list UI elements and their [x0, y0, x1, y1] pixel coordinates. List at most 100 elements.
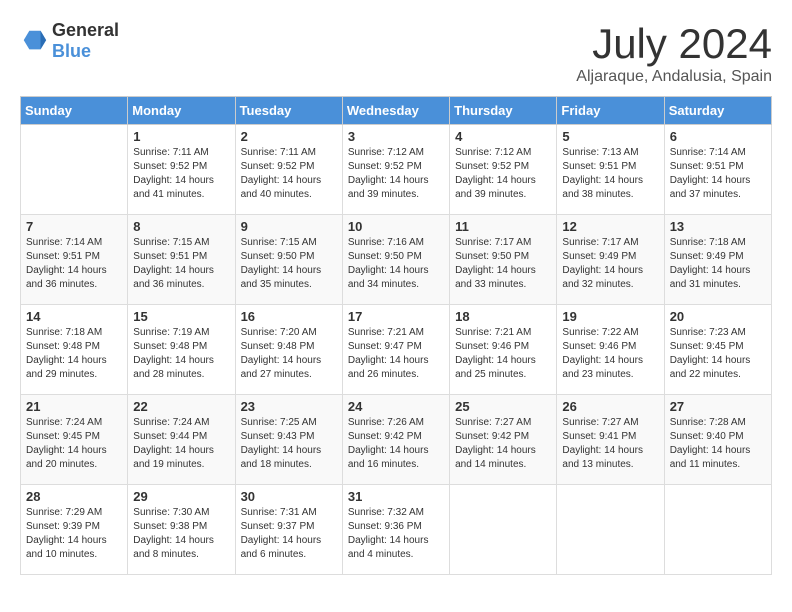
day-cell: [557, 485, 664, 575]
day-cell: 21 Sunrise: 7:24 AMSunset: 9:45 PMDayligh…: [21, 395, 128, 485]
day-info: Sunrise: 7:13 AMSunset: 9:51 PMDaylight:…: [562, 146, 658, 202]
day-info: Sunrise: 7:14 AMSunset: 9:51 PMDaylight:…: [26, 236, 122, 292]
day-cell: 22 Sunrise: 7:24 AMSunset: 9:44 PMDayligh…: [128, 395, 235, 485]
day-cell: 20 Sunrise: 7:23 AMSunset: 9:45 PMDayligh…: [664, 305, 771, 395]
day-info: Sunrise: 7:30 AMSunset: 9:38 PMDaylight:…: [133, 506, 229, 562]
day-info: Sunrise: 7:15 AMSunset: 9:50 PMDaylight:…: [241, 236, 337, 292]
calendar-table: SundayMondayTuesdayWednesdayThursdayFrid…: [20, 96, 772, 575]
day-cell: [450, 485, 557, 575]
day-info: Sunrise: 7:15 AMSunset: 9:51 PMDaylight:…: [133, 236, 229, 292]
header-day-friday: Friday: [557, 97, 664, 125]
day-cell: 10 Sunrise: 7:16 AMSunset: 9:50 PMDayligh…: [342, 215, 449, 305]
day-number: 5: [562, 129, 658, 144]
day-cell: 30Sunrise: 7:31 AMSunset: 9:37 PMDayligh…: [235, 485, 342, 575]
day-number: 29: [133, 489, 229, 504]
day-info: Sunrise: 7:20 AMSunset: 9:48 PMDaylight:…: [241, 326, 337, 382]
day-number: 1: [133, 129, 229, 144]
day-cell: 17 Sunrise: 7:21 AMSunset: 9:47 PMDayligh…: [342, 305, 449, 395]
day-number: 19: [562, 309, 658, 324]
header-day-sunday: Sunday: [21, 97, 128, 125]
day-info: Sunrise: 7:12 AMSunset: 9:52 PMDaylight:…: [455, 146, 551, 202]
day-cell: 15 Sunrise: 7:19 AMSunset: 9:48 PMDayligh…: [128, 305, 235, 395]
day-number: 31: [348, 489, 444, 504]
day-cell: 24 Sunrise: 7:26 AMSunset: 9:42 PMDayligh…: [342, 395, 449, 485]
day-cell: 29 Sunrise: 7:30 AMSunset: 9:38 PMDayligh…: [128, 485, 235, 575]
day-cell: 5 Sunrise: 7:13 AMSunset: 9:51 PMDaylight…: [557, 125, 664, 215]
day-cell: 8 Sunrise: 7:15 AMSunset: 9:51 PMDaylight…: [128, 215, 235, 305]
day-cell: 6Sunrise: 7:14 AMSunset: 9:51 PMDaylight…: [664, 125, 771, 215]
day-cell: 11 Sunrise: 7:17 AMSunset: 9:50 PMDayligh…: [450, 215, 557, 305]
day-cell: [21, 125, 128, 215]
page-header: General Blue July 2024 Aljaraque, Andalu…: [20, 20, 772, 86]
day-number: 20: [670, 309, 766, 324]
day-number: 2: [241, 129, 337, 144]
day-cell: 31 Sunrise: 7:32 AMSunset: 9:36 PMDayligh…: [342, 485, 449, 575]
day-cell: [664, 485, 771, 575]
day-info: Sunrise: 7:24 AMSunset: 9:45 PMDaylight:…: [26, 416, 122, 472]
day-cell: 12 Sunrise: 7:17 AMSunset: 9:49 PMDayligh…: [557, 215, 664, 305]
day-info: Sunrise: 7:22 AMSunset: 9:46 PMDaylight:…: [562, 326, 658, 382]
week-row-3: 14Sunrise: 7:18 AMSunset: 9:48 PMDayligh…: [21, 305, 772, 395]
day-number: 7: [26, 219, 122, 234]
day-number: 21: [26, 399, 122, 414]
day-cell: 25 Sunrise: 7:27 AMSunset: 9:42 PMDayligh…: [450, 395, 557, 485]
logo-icon: [20, 27, 48, 55]
logo: General Blue: [20, 20, 119, 62]
day-info: Sunrise: 7:27 AMSunset: 9:42 PMDaylight:…: [455, 416, 551, 472]
calendar-body: 1 Sunrise: 7:11 AMSunset: 9:52 PMDaylight…: [21, 125, 772, 575]
day-number: 17: [348, 309, 444, 324]
month-title: July 2024: [576, 20, 772, 68]
day-number: 12: [562, 219, 658, 234]
day-info: Sunrise: 7:17 AMSunset: 9:49 PMDaylight:…: [562, 236, 658, 292]
day-info: Sunrise: 7:21 AMSunset: 9:47 PMDaylight:…: [348, 326, 444, 382]
day-cell: 19 Sunrise: 7:22 AMSunset: 9:46 PMDayligh…: [557, 305, 664, 395]
day-number: 28: [26, 489, 122, 504]
day-info: Sunrise: 7:16 AMSunset: 9:50 PMDaylight:…: [348, 236, 444, 292]
day-info: Sunrise: 7:26 AMSunset: 9:42 PMDaylight:…: [348, 416, 444, 472]
day-info: Sunrise: 7:24 AMSunset: 9:44 PMDaylight:…: [133, 416, 229, 472]
day-info: Sunrise: 7:23 AMSunset: 9:45 PMDaylight:…: [670, 326, 766, 382]
day-number: 25: [455, 399, 551, 414]
day-cell: 13Sunrise: 7:18 AMSunset: 9:49 PMDayligh…: [664, 215, 771, 305]
logo-text: General Blue: [52, 20, 119, 62]
day-info: Sunrise: 7:27 AMSunset: 9:41 PMDaylight:…: [562, 416, 658, 472]
day-cell: 28 Sunrise: 7:29 AMSunset: 9:39 PMDayligh…: [21, 485, 128, 575]
week-row-2: 7 Sunrise: 7:14 AMSunset: 9:51 PMDaylight…: [21, 215, 772, 305]
day-cell: 23Sunrise: 7:25 AMSunset: 9:43 PMDayligh…: [235, 395, 342, 485]
week-row-4: 21 Sunrise: 7:24 AMSunset: 9:45 PMDayligh…: [21, 395, 772, 485]
day-number: 13: [670, 219, 766, 234]
logo-general: General: [52, 20, 119, 40]
day-cell: 1 Sunrise: 7:11 AMSunset: 9:52 PMDaylight…: [128, 125, 235, 215]
day-cell: 2Sunrise: 7:11 AMSunset: 9:52 PMDaylight…: [235, 125, 342, 215]
day-number: 16: [241, 309, 337, 324]
day-number: 10: [348, 219, 444, 234]
week-row-5: 28 Sunrise: 7:29 AMSunset: 9:39 PMDayligh…: [21, 485, 772, 575]
day-info: Sunrise: 7:31 AMSunset: 9:37 PMDaylight:…: [241, 506, 337, 562]
day-number: 24: [348, 399, 444, 414]
day-cell: 14Sunrise: 7:18 AMSunset: 9:48 PMDayligh…: [21, 305, 128, 395]
day-cell: 9Sunrise: 7:15 AMSunset: 9:50 PMDaylight…: [235, 215, 342, 305]
day-cell: 18 Sunrise: 7:21 AMSunset: 9:46 PMDayligh…: [450, 305, 557, 395]
day-info: Sunrise: 7:19 AMSunset: 9:48 PMDaylight:…: [133, 326, 229, 382]
title-block: July 2024 Aljaraque, Andalusia, Spain: [576, 20, 772, 86]
day-info: Sunrise: 7:17 AMSunset: 9:50 PMDaylight:…: [455, 236, 551, 292]
day-info: Sunrise: 7:11 AMSunset: 9:52 PMDaylight:…: [133, 146, 229, 202]
day-number: 3: [348, 129, 444, 144]
day-info: Sunrise: 7:14 AMSunset: 9:51 PMDaylight:…: [670, 146, 766, 202]
location: Aljaraque, Andalusia, Spain: [576, 68, 772, 86]
day-number: 15: [133, 309, 229, 324]
day-cell: 26Sunrise: 7:27 AMSunset: 9:41 PMDayligh…: [557, 395, 664, 485]
day-cell: 27Sunrise: 7:28 AMSunset: 9:40 PMDayligh…: [664, 395, 771, 485]
day-number: 18: [455, 309, 551, 324]
header-day-tuesday: Tuesday: [235, 97, 342, 125]
header-row: SundayMondayTuesdayWednesdayThursdayFrid…: [21, 97, 772, 125]
day-info: Sunrise: 7:32 AMSunset: 9:36 PMDaylight:…: [348, 506, 444, 562]
day-number: 22: [133, 399, 229, 414]
logo-blue: Blue: [52, 41, 91, 61]
day-info: Sunrise: 7:21 AMSunset: 9:46 PMDaylight:…: [455, 326, 551, 382]
header-day-wednesday: Wednesday: [342, 97, 449, 125]
day-info: Sunrise: 7:29 AMSunset: 9:39 PMDaylight:…: [26, 506, 122, 562]
day-number: 11: [455, 219, 551, 234]
day-number: 8: [133, 219, 229, 234]
day-cell: 7 Sunrise: 7:14 AMSunset: 9:51 PMDaylight…: [21, 215, 128, 305]
